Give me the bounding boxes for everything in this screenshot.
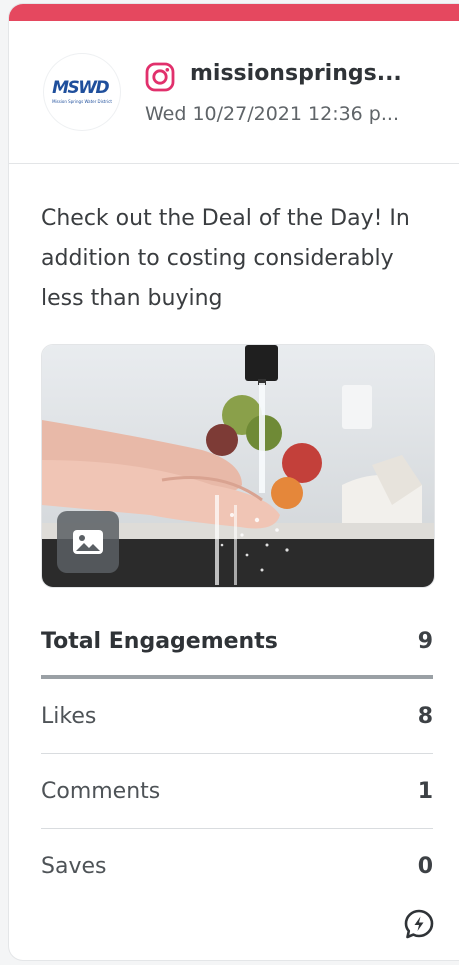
post-date: Wed 10/27/2021 12:36 p... xyxy=(145,103,399,125)
metric-row-saves: Saves 0 xyxy=(41,829,433,903)
metric-value: 8 xyxy=(417,703,433,729)
total-engagements-value: 9 xyxy=(417,628,433,654)
metric-row-comments: Comments 1 xyxy=(41,754,433,829)
engagement-metrics: Total Engagements 9 Likes 8 Comments 1 S… xyxy=(41,607,433,903)
post-header: MSWD Mission Springs Water District miss… xyxy=(9,21,459,164)
metric-row-likes: Likes 8 xyxy=(41,679,433,754)
metric-label: Saves xyxy=(41,853,107,879)
metric-label: Comments xyxy=(41,778,161,804)
accent-bar xyxy=(9,4,459,21)
metric-value: 1 xyxy=(417,778,433,804)
image-icon xyxy=(57,511,119,573)
post-card[interactable]: MSWD Mission Springs Water District miss… xyxy=(9,4,459,960)
metric-value: 0 xyxy=(417,853,433,879)
post-image[interactable] xyxy=(41,344,435,588)
account-handle[interactable]: missionsprings... xyxy=(190,61,440,86)
text-fade xyxy=(349,279,444,319)
boost-post-icon[interactable] xyxy=(403,908,435,940)
mswd-logo: MSWD Mission Springs Water District xyxy=(52,78,112,105)
total-engagements-label: Total Engagements xyxy=(41,628,278,654)
metric-label: Likes xyxy=(41,703,97,729)
total-engagements-row: Total Engagements 9 xyxy=(41,607,433,679)
logo-text: MSWD xyxy=(52,78,110,98)
instagram-icon xyxy=(145,62,175,92)
avatar[interactable]: MSWD Mission Springs Water District xyxy=(44,54,120,130)
logo-subtext: Mission Springs Water District xyxy=(52,99,112,104)
